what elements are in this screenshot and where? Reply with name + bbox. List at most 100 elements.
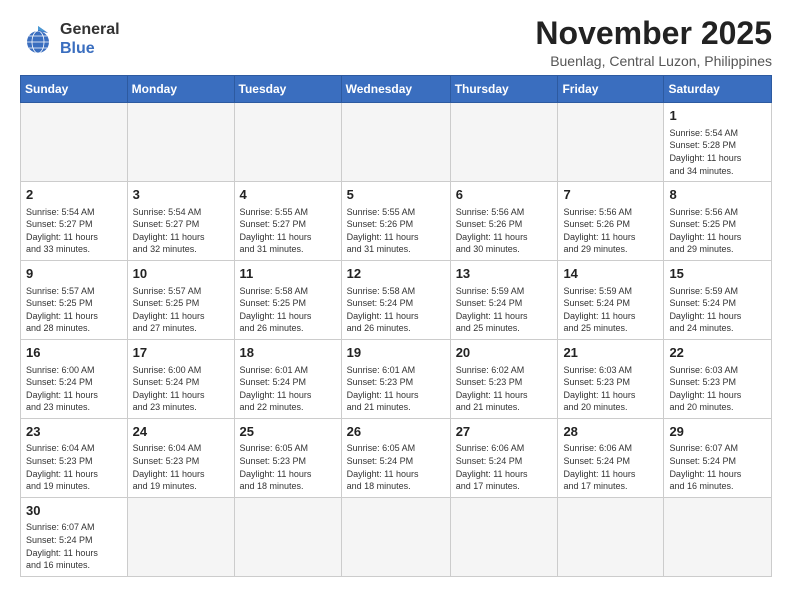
day-number: 1 — [669, 107, 766, 125]
day-info: Sunrise: 5:59 AM Sunset: 5:24 PM Dayligh… — [563, 285, 658, 335]
calendar-week-row: 2 Sunrise: 5:54 AM Sunset: 5:27 PM Daylig… — [21, 182, 772, 261]
day-number: 7 — [563, 186, 658, 204]
day-number: 20 — [456, 344, 553, 362]
day-info: Sunrise: 6:06 AM Sunset: 5:24 PM Dayligh… — [563, 442, 658, 492]
calendar-cell: 29Sunrise: 6:07 AM Sunset: 5:24 PM Dayli… — [664, 418, 772, 497]
day-info: Sunrise: 5:55 AM Sunset: 5:26 PM Dayligh… — [347, 206, 445, 256]
weekday-header-row: SundayMondayTuesdayWednesdayThursdayFrid… — [21, 76, 772, 103]
calendar-cell: 26Sunrise: 6:05 AM Sunset: 5:24 PM Dayli… — [341, 418, 450, 497]
calendar-cell: 27Sunrise: 6:06 AM Sunset: 5:24 PM Dayli… — [450, 418, 558, 497]
day-number: 27 — [456, 423, 553, 441]
day-info: Sunrise: 5:56 AM Sunset: 5:26 PM Dayligh… — [456, 206, 553, 256]
calendar-week-row: 30Sunrise: 6:07 AM Sunset: 5:24 PM Dayli… — [21, 497, 772, 576]
day-number: 2 — [26, 186, 122, 204]
calendar-cell: 24Sunrise: 6:04 AM Sunset: 5:23 PM Dayli… — [127, 418, 234, 497]
day-info: Sunrise: 5:59 AM Sunset: 5:24 PM Dayligh… — [456, 285, 553, 335]
calendar-cell — [341, 497, 450, 576]
calendar-cell: 5Sunrise: 5:55 AM Sunset: 5:26 PM Daylig… — [341, 182, 450, 261]
day-info: Sunrise: 6:04 AM Sunset: 5:23 PM Dayligh… — [26, 442, 122, 492]
calendar-cell — [450, 497, 558, 576]
day-info: Sunrise: 5:54 AM Sunset: 5:27 PM Dayligh… — [133, 206, 229, 256]
day-number: 16 — [26, 344, 122, 362]
day-info: Sunrise: 6:06 AM Sunset: 5:24 PM Dayligh… — [456, 442, 553, 492]
calendar-week-row: 9Sunrise: 5:57 AM Sunset: 5:25 PM Daylig… — [21, 261, 772, 340]
calendar-cell: 1 Sunrise: 5:54 AM Sunset: 5:28 PM Daylig… — [664, 103, 772, 182]
calendar-cell — [127, 497, 234, 576]
calendar-cell: 6 Sunrise: 5:56 AM Sunset: 5:26 PM Daylig… — [450, 182, 558, 261]
day-info: Sunrise: 6:02 AM Sunset: 5:23 PM Dayligh… — [456, 364, 553, 414]
calendar-cell: 7Sunrise: 5:56 AM Sunset: 5:26 PM Daylig… — [558, 182, 664, 261]
generalblue-logo-icon — [20, 24, 56, 54]
day-number: 13 — [456, 265, 553, 283]
calendar-cell: 4 Sunrise: 5:55 AM Sunset: 5:27 PM Daylig… — [234, 182, 341, 261]
calendar-cell: 14Sunrise: 5:59 AM Sunset: 5:24 PM Dayli… — [558, 261, 664, 340]
calendar-cell: 30Sunrise: 6:07 AM Sunset: 5:24 PM Dayli… — [21, 497, 128, 576]
day-number: 15 — [669, 265, 766, 283]
calendar-cell — [21, 103, 128, 182]
day-number: 8 — [669, 186, 766, 204]
day-number: 11 — [240, 265, 336, 283]
calendar-cell — [558, 497, 664, 576]
day-number: 30 — [26, 502, 122, 520]
day-info: Sunrise: 6:01 AM Sunset: 5:23 PM Dayligh… — [347, 364, 445, 414]
weekday-header-monday: Monday — [127, 76, 234, 103]
weekday-header-sunday: Sunday — [21, 76, 128, 103]
calendar-cell — [450, 103, 558, 182]
day-info: Sunrise: 5:59 AM Sunset: 5:24 PM Dayligh… — [669, 285, 766, 335]
day-number: 25 — [240, 423, 336, 441]
calendar-cell: 12 Sunrise: 5:58 AM Sunset: 5:24 PM Dayli… — [341, 261, 450, 340]
day-info: Sunrise: 6:04 AM Sunset: 5:23 PM Dayligh… — [133, 442, 229, 492]
calendar-cell — [234, 103, 341, 182]
day-info: Sunrise: 5:55 AM Sunset: 5:27 PM Dayligh… — [240, 206, 336, 256]
calendar-cell — [234, 497, 341, 576]
day-number: 17 — [133, 344, 229, 362]
calendar-cell: 28Sunrise: 6:06 AM Sunset: 5:24 PM Dayli… — [558, 418, 664, 497]
day-number: 29 — [669, 423, 766, 441]
day-info: Sunrise: 5:58 AM Sunset: 5:24 PM Dayligh… — [347, 285, 445, 335]
calendar-cell: 13 Sunrise: 5:59 AM Sunset: 5:24 PM Dayli… — [450, 261, 558, 340]
day-number: 26 — [347, 423, 445, 441]
calendar-cell: 16 Sunrise: 6:00 AM Sunset: 5:24 PM Dayli… — [21, 339, 128, 418]
weekday-header-tuesday: Tuesday — [234, 76, 341, 103]
day-number: 6 — [456, 186, 553, 204]
calendar-table: SundayMondayTuesdayWednesdayThursdayFrid… — [20, 75, 772, 577]
day-number: 19 — [347, 344, 445, 362]
calendar-cell: 2 Sunrise: 5:54 AM Sunset: 5:27 PM Daylig… — [21, 182, 128, 261]
calendar-cell — [558, 103, 664, 182]
day-info: Sunrise: 6:07 AM Sunset: 5:24 PM Dayligh… — [26, 521, 122, 571]
calendar-cell: 3Sunrise: 5:54 AM Sunset: 5:27 PM Daylig… — [127, 182, 234, 261]
day-info: Sunrise: 5:54 AM Sunset: 5:28 PM Dayligh… — [669, 127, 766, 177]
day-number: 18 — [240, 344, 336, 362]
calendar-cell: 25Sunrise: 6:05 AM Sunset: 5:23 PM Dayli… — [234, 418, 341, 497]
title-section: November 2025 Buenlag, Central Luzon, Ph… — [535, 16, 772, 69]
day-info: Sunrise: 6:00 AM Sunset: 5:24 PM Dayligh… — [133, 364, 229, 414]
logo-text: General Blue — [60, 20, 120, 58]
calendar-cell: 9Sunrise: 5:57 AM Sunset: 5:25 PM Daylig… — [21, 261, 128, 340]
day-number: 28 — [563, 423, 658, 441]
day-info: Sunrise: 5:54 AM Sunset: 5:27 PM Dayligh… — [26, 206, 122, 256]
calendar-cell: 22Sunrise: 6:03 AM Sunset: 5:23 PM Dayli… — [664, 339, 772, 418]
day-number: 12 — [347, 265, 445, 283]
day-info: Sunrise: 6:00 AM Sunset: 5:24 PM Dayligh… — [26, 364, 122, 414]
calendar-cell: 19 Sunrise: 6:01 AM Sunset: 5:23 PM Dayli… — [341, 339, 450, 418]
location-subtitle: Buenlag, Central Luzon, Philippines — [535, 53, 772, 69]
day-number: 4 — [240, 186, 336, 204]
calendar-cell — [664, 497, 772, 576]
calendar-week-row: 23Sunrise: 6:04 AM Sunset: 5:23 PM Dayli… — [21, 418, 772, 497]
weekday-header-thursday: Thursday — [450, 76, 558, 103]
weekday-header-saturday: Saturday — [664, 76, 772, 103]
day-info: Sunrise: 6:03 AM Sunset: 5:23 PM Dayligh… — [563, 364, 658, 414]
header: General Blue November 2025 Buenlag, Cent… — [20, 16, 772, 69]
page: General Blue November 2025 Buenlag, Cent… — [0, 0, 792, 587]
day-info: Sunrise: 6:01 AM Sunset: 5:24 PM Dayligh… — [240, 364, 336, 414]
day-info: Sunrise: 6:03 AM Sunset: 5:23 PM Dayligh… — [669, 364, 766, 414]
calendar-cell: 8 Sunrise: 5:56 AM Sunset: 5:25 PM Daylig… — [664, 182, 772, 261]
day-info: Sunrise: 5:56 AM Sunset: 5:25 PM Dayligh… — [669, 206, 766, 256]
day-info: Sunrise: 5:57 AM Sunset: 5:25 PM Dayligh… — [133, 285, 229, 335]
day-number: 23 — [26, 423, 122, 441]
calendar-cell: 21Sunrise: 6:03 AM Sunset: 5:23 PM Dayli… — [558, 339, 664, 418]
month-title: November 2025 — [535, 16, 772, 51]
calendar-cell: 18 Sunrise: 6:01 AM Sunset: 5:24 PM Dayli… — [234, 339, 341, 418]
calendar-cell: 11Sunrise: 5:58 AM Sunset: 5:25 PM Dayli… — [234, 261, 341, 340]
day-info: Sunrise: 6:05 AM Sunset: 5:24 PM Dayligh… — [347, 442, 445, 492]
